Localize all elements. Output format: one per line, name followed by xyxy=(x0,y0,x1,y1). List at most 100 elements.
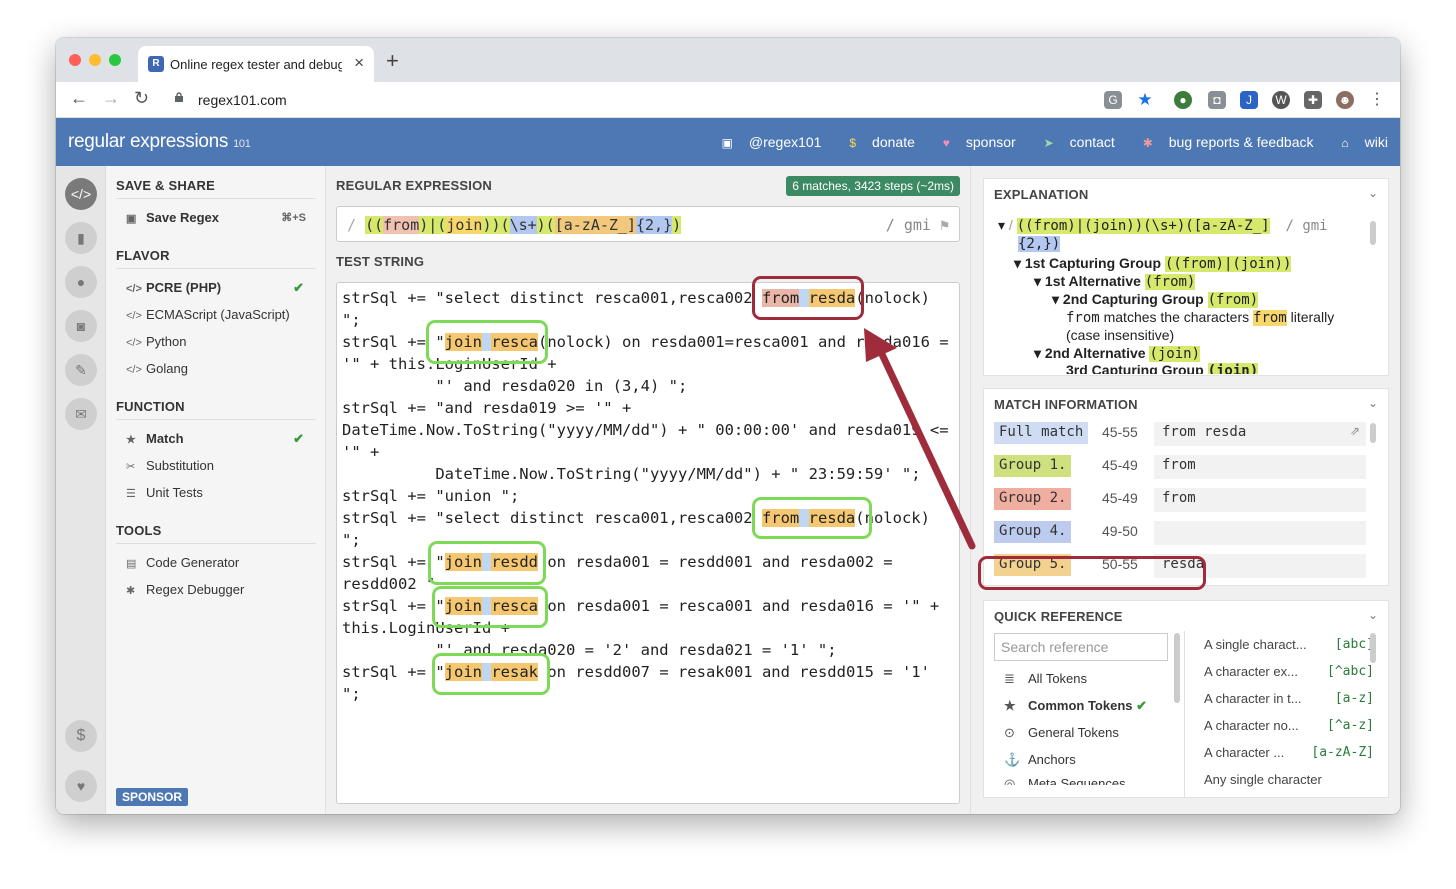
new-tab-button[interactable]: + xyxy=(386,48,399,74)
reload-icon[interactable]: ↻ xyxy=(134,88,149,109)
icon-bar: </> ▮ ● ◙ ✎ ✉ $ ♥ xyxy=(56,166,106,814)
code-icon: </> xyxy=(126,364,142,376)
library-book-icon[interactable]: ▮ xyxy=(65,222,97,254)
menu-kebab-icon[interactable]: ⋮ xyxy=(1368,91,1386,109)
match-row-group4[interactable]: Group 4. 49-50 xyxy=(994,518,1366,546)
save-regex-button[interactable]: ▣ Save Regex ⌘+S xyxy=(126,208,306,228)
test-line: "' and resda020 = '2' and resda021 = '1'… xyxy=(342,641,837,659)
puzzle-extensions-icon[interactable]: ✚ xyxy=(1304,91,1322,109)
ref-item[interactable]: A single charact... [abc] xyxy=(1204,637,1374,652)
ref-item[interactable]: A character no... [^a-z] xyxy=(1204,718,1374,733)
code-editor-icon[interactable]: </> xyxy=(65,178,97,210)
categories-scrollbar[interactable] xyxy=(1174,633,1180,703)
regex-input[interactable]: / ((from)|(join))(\s+)([a-zA-Z_]{2,}) / … xyxy=(336,206,960,242)
browser-tab[interactable]: R Online regex tester and debugger: PHP,… xyxy=(138,46,374,82)
document-icon: ▤ xyxy=(126,558,137,570)
checkmark-icon: ✔ xyxy=(1136,698,1148,713)
explanation-group3-cut: 3rd Capturing Group (join) xyxy=(1066,362,1259,374)
user-icon[interactable]: ● xyxy=(65,266,97,298)
bug-report-link[interactable]: ✱ bug reports & feedback xyxy=(1131,134,1314,150)
address-bar[interactable]: regex101.com xyxy=(168,86,1268,114)
chevron-down-icon[interactable]: ⌄ xyxy=(1368,396,1378,410)
browser-window: R Online regex tester and debugger: PHP,… xyxy=(56,38,1400,814)
tab-title: Online regex tester and debugger: PHP, P… xyxy=(170,57,342,72)
flavor-ecmascript[interactable]: </> ECMAScript (JavaScript) xyxy=(126,305,306,325)
highlight-box-green xyxy=(428,541,546,585)
quick-reference-panel: QUICK REFERENCE ⌄ Search reference ≣ All … xyxy=(983,600,1389,798)
camera-icon[interactable]: ◘ xyxy=(1208,91,1226,109)
function-match[interactable]: ★ Match ✔ xyxy=(126,429,306,449)
explanation-group1[interactable]: ▾ 1st Capturing Group ((from)|(join)) xyxy=(1014,255,1292,272)
extension-w-icon[interactable]: W xyxy=(1272,91,1290,109)
tools-title: TOOLS xyxy=(116,523,316,544)
tab-close-icon[interactable]: × xyxy=(354,53,364,73)
translate-icon[interactable]: G xyxy=(1104,91,1122,109)
heart-sidebar-icon[interactable]: ♥ xyxy=(65,770,97,802)
profile-avatar[interactable]: ☻ xyxy=(1336,91,1354,109)
scissors-icon: ✂ xyxy=(126,461,136,473)
category-general-tokens[interactable]: ⊙ General Tokens xyxy=(1004,725,1119,741)
category-common-tokens[interactable]: ★ Common Tokens ✔ xyxy=(1004,698,1147,714)
explanation-group2[interactable]: ▾ 2nd Capturing Group (from) xyxy=(1052,291,1259,308)
test-line: strSql += "union "; xyxy=(342,487,520,505)
reference-search-input[interactable]: Search reference xyxy=(994,633,1168,661)
flavor-pcre[interactable]: </> PCRE (PHP) ✔ xyxy=(126,278,306,298)
bug-icon: ✱ xyxy=(1142,136,1153,150)
refs-scrollbar[interactable] xyxy=(1370,633,1376,663)
library-icon: ⌂ xyxy=(1341,136,1349,150)
forward-arrow-icon[interactable]: → xyxy=(102,88,120,109)
site-logo[interactable]: regular expressions 101 xyxy=(68,131,251,153)
ref-item[interactable]: A character ... [a-zA-Z] xyxy=(1204,745,1374,760)
category-anchors[interactable]: ⚓ Anchors xyxy=(1004,752,1076,768)
function-unit-tests[interactable]: ☰ Unit Tests xyxy=(126,483,306,503)
ref-item[interactable]: Any single character xyxy=(1204,772,1374,787)
contact-link[interactable]: ➤ contact xyxy=(1032,134,1115,150)
explanation-scrollbar[interactable] xyxy=(1370,221,1376,245)
function-substitution[interactable]: ✂ Substitution xyxy=(126,456,306,476)
ref-item[interactable]: A character in t... [a-z] xyxy=(1204,691,1374,706)
category-all-tokens[interactable]: ≣ All Tokens xyxy=(1004,671,1087,687)
bookmark-star-icon[interactable]: ★ xyxy=(1136,91,1154,109)
extension-j-icon[interactable]: J xyxy=(1240,91,1258,109)
highlight-box-green xyxy=(426,320,548,364)
quick-ref-title: QUICK REFERENCE xyxy=(994,609,1123,624)
flavor-golang[interactable]: </> Golang xyxy=(126,359,306,379)
target-icon: ⊙ xyxy=(1004,725,1015,740)
sponsor-link[interactable]: ♥ sponsor xyxy=(931,134,1016,150)
back-arrow-icon[interactable]: ← xyxy=(70,88,88,109)
test-line: '" + xyxy=(342,443,380,461)
extension-vpn-icon[interactable]: ● xyxy=(1174,91,1192,109)
wiki-link[interactable]: ⌂ wiki xyxy=(1329,134,1388,150)
category-meta-sequences[interactable]: ◎ Meta Sequences xyxy=(1004,776,1126,785)
zoom-window-button[interactable] xyxy=(109,54,121,66)
meta-icon: ◎ xyxy=(1004,776,1016,785)
ref-item[interactable]: A character ex... [^abc] xyxy=(1204,664,1374,679)
flavor-title: FLAVOR xyxy=(116,248,316,269)
chevron-down-icon[interactable]: ⌄ xyxy=(1368,608,1378,622)
match-row-group1[interactable]: Group 1. 45-49 from xyxy=(994,452,1366,480)
star-icon: ★ xyxy=(1004,698,1016,713)
wrench-icon[interactable]: ✎ xyxy=(65,354,97,386)
match-row-group2[interactable]: Group 2. 45-49 from xyxy=(994,485,1366,513)
tool-regex-debugger[interactable]: ✱ Regex Debugger xyxy=(126,580,306,600)
donate-link[interactable]: $ donate xyxy=(837,134,915,150)
chevron-down-icon[interactable]: ⌄ xyxy=(1368,186,1378,200)
bug-icon: ✱ xyxy=(126,585,136,597)
database-icon: ≣ xyxy=(1004,671,1015,686)
tool-code-generator[interactable]: ▤ Code Generator xyxy=(126,553,306,573)
sponsor-badge[interactable]: SPONSOR xyxy=(116,788,189,806)
explanation-alt2[interactable]: ▾ 2nd Alternative (join) xyxy=(1034,345,1201,362)
match-info-scrollbar[interactable] xyxy=(1370,423,1376,443)
header-links: ▣ @regex101 $ donate ♥ sponsor ➤ contact ✱ bu… xyxy=(698,134,1388,150)
chat-icon[interactable]: ✉ xyxy=(65,398,97,430)
match-row-full[interactable]: Full match 45-55 from resda ⇗ xyxy=(994,419,1366,447)
close-window-button[interactable] xyxy=(69,54,81,66)
gamepad-icon[interactable]: ◙ xyxy=(65,310,97,342)
explanation-alt1[interactable]: ▾ 1st Alternative (from) xyxy=(1034,273,1196,290)
twitter-link[interactable]: ▣ @regex101 xyxy=(710,134,822,150)
dollar-sidebar-icon[interactable]: $ xyxy=(65,720,97,752)
star-icon: ★ xyxy=(126,434,136,446)
flavor-python[interactable]: </> Python xyxy=(126,332,306,352)
minimize-window-button[interactable] xyxy=(89,54,101,66)
regex-flags[interactable]: / gmi ⚑ xyxy=(886,216,949,234)
